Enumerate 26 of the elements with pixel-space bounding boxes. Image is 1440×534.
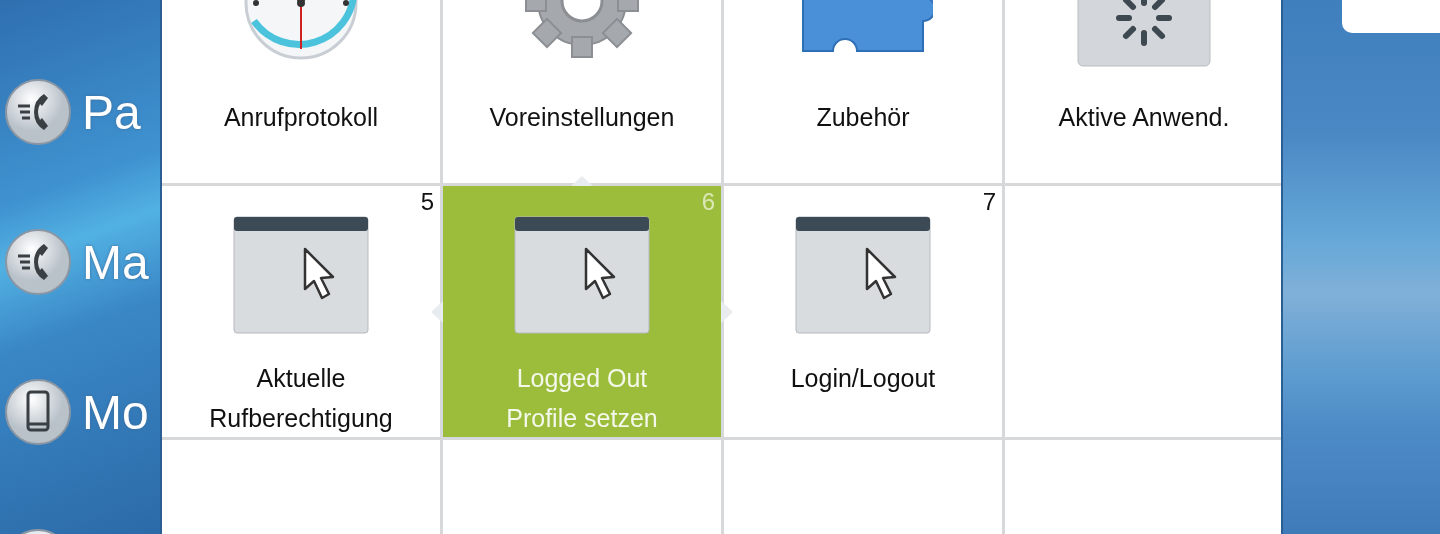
sidebar-item[interactable]: Mo [4,378,149,446]
phone-icon [4,228,72,296]
left-arrow-icon [431,300,443,323]
tile-label: Zubehör [816,102,910,133]
tile-label: Anrufprotokoll [223,102,379,133]
tile-label: Aktuelle Rufberechtigung [209,363,393,434]
app-tile[interactable]: Aktive Anwend. [1005,0,1281,183]
tile-number: 6 [701,188,715,216]
tile-number: 7 [982,188,996,216]
tile-number: 5 [420,188,434,216]
sidebar-item[interactable]: Pa [4,78,141,146]
tile-label: Login/Logout [790,363,936,394]
window-cursor-icon [514,216,650,334]
mobile-icon [4,378,72,446]
app-tile[interactable]: Login/Logout 7 [724,186,1002,437]
app-tile[interactable]: Aktuelle Rufberechtigung 5 [162,186,440,437]
app-tile[interactable]: Zubehör [724,0,1002,183]
window-cursor-icon [795,216,931,334]
up-arrow-icon [571,176,593,186]
app-tile[interactable]: Voreinstellungen [443,0,721,183]
phone-icon [4,78,72,146]
tile-label: Aktive Anwend. [1058,102,1230,133]
tile-label: Voreinstellungen [489,102,675,133]
window-cursor-icon [233,216,369,334]
app-tile[interactable]: Anrufprotokoll [162,0,440,183]
tile-label: Logged Out Profile setzen [506,363,658,434]
